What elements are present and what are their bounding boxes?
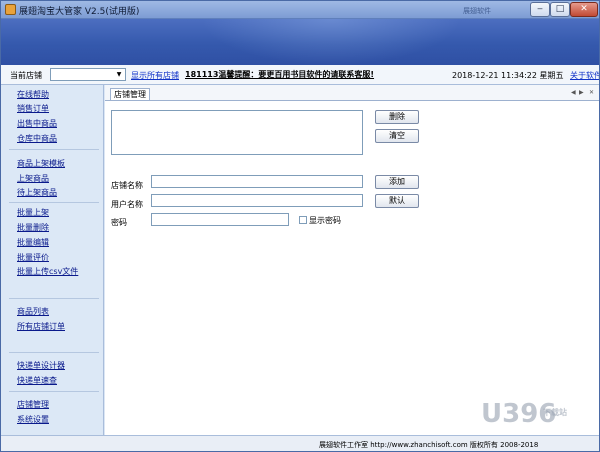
nav-batch-list[interactable]: 批量上架 [17, 207, 49, 218]
add-button[interactable]: 添加 [375, 175, 419, 189]
banner-glow [201, 19, 461, 65]
nav-all-store-orders[interactable]: 所有店铺订单 [17, 321, 65, 332]
scroll-right-icon[interactable]: ▶ [579, 89, 584, 96]
show-all-stores-link[interactable]: 显示所有店铺 [131, 70, 179, 81]
show-password-label[interactable]: 显示密码 [309, 215, 341, 226]
password-input[interactable] [151, 213, 289, 226]
nav-batch-edit[interactable]: 批量编辑 [17, 237, 49, 248]
delete-button[interactable]: 删除 [375, 110, 419, 124]
close-button[interactable]: ✕ [570, 2, 598, 17]
sidebar: 在线帮助 销售订单 出售中商品 仓库中商品 商品上架模板 上架商品 待上架商品 … [1, 85, 104, 435]
nav-batch-delete[interactable]: 批量删除 [17, 222, 49, 233]
window-title: 展翅淘宝大管家 V2.5(试用版) [19, 7, 140, 17]
main-content: 店铺管理 ◀ ▶ ✕ 删除 清空 店铺名称 添加 用户名称 默认 密码 显示密码 [105, 85, 599, 435]
default-button[interactable]: 默认 [375, 194, 419, 208]
watermark-logo: U396 下载站 [481, 399, 591, 447]
store-name-label: 店铺名称 [111, 181, 143, 190]
nav-pending-listing[interactable]: 待上架商品 [17, 187, 57, 198]
header-banner [1, 19, 599, 65]
sidebar-divider [9, 391, 99, 392]
store-select[interactable]: ▼ [50, 68, 126, 81]
nav-batch-review[interactable]: 批量评价 [17, 252, 49, 263]
sidebar-divider [9, 149, 99, 150]
password-label: 密码 [111, 218, 127, 227]
nav-sales-orders[interactable]: 销售订单 [17, 103, 49, 114]
current-store-label: 当前店铺 [10, 71, 42, 80]
clear-button[interactable]: 清空 [375, 129, 419, 143]
app-icon [5, 4, 16, 15]
nav-waybill-designer[interactable]: 快递单设计器 [17, 360, 65, 371]
user-name-input[interactable] [151, 194, 363, 207]
nav-online-help[interactable]: 在线帮助 [17, 89, 49, 100]
nav-items-on-sale[interactable]: 出售中商品 [17, 118, 57, 129]
nav-store-management[interactable]: 店铺管理 [17, 399, 49, 410]
maximize-button[interactable]: □ [550, 2, 570, 17]
show-password-checkbox[interactable] [299, 216, 307, 224]
app-window: 展翅淘宝大管家 V2.5(试用版) 展翅软件 ‒ □ ✕ 当前店铺 ▼ 显示所有… [0, 0, 600, 452]
title-ghost-text: 展翅软件 [463, 7, 491, 15]
nav-waybill-lookup[interactable]: 快递单速查 [17, 375, 57, 386]
nav-items-in-warehouse[interactable]: 仓库中商品 [17, 133, 57, 144]
store-listbox[interactable] [111, 110, 363, 155]
watermark-sub: 下载站 [543, 408, 567, 417]
close-tab-icon[interactable]: ✕ [589, 89, 594, 96]
store-management-panel: 删除 清空 店铺名称 添加 用户名称 默认 密码 显示密码 [105, 101, 599, 435]
notice-text: 181113温馨提醒：要更百用书目软件的请联系客服! [185, 70, 375, 79]
title-bar[interactable]: 展翅淘宝大管家 V2.5(试用版) 展翅软件 ‒ □ ✕ [1, 1, 599, 19]
datetime-text: 2018-12-21 11:34:22 星期五 [452, 71, 564, 80]
nav-system-settings[interactable]: 系统设置 [17, 414, 49, 425]
scroll-left-icon[interactable]: ◀ [571, 89, 576, 96]
about-link[interactable]: 关于软件 [570, 70, 599, 81]
store-name-input[interactable] [151, 175, 363, 188]
nav-listing-template[interactable]: 商品上架模板 [17, 158, 65, 169]
sidebar-divider [9, 352, 99, 353]
user-name-label: 用户名称 [111, 200, 143, 209]
nav-batch-upload-csv[interactable]: 批量上传csv文件 [17, 266, 78, 277]
nav-list-items[interactable]: 上架商品 [17, 173, 49, 184]
nav-item-list[interactable]: 商品列表 [17, 306, 49, 317]
chevron-down-icon[interactable]: ▼ [114, 70, 124, 79]
sidebar-divider [9, 298, 99, 299]
minimize-button[interactable]: ‒ [530, 2, 550, 17]
sidebar-divider [9, 202, 99, 203]
store-bar: 当前店铺 ▼ 显示所有店铺 181113温馨提醒：要更百用书目软件的请联系客服!… [1, 65, 599, 85]
